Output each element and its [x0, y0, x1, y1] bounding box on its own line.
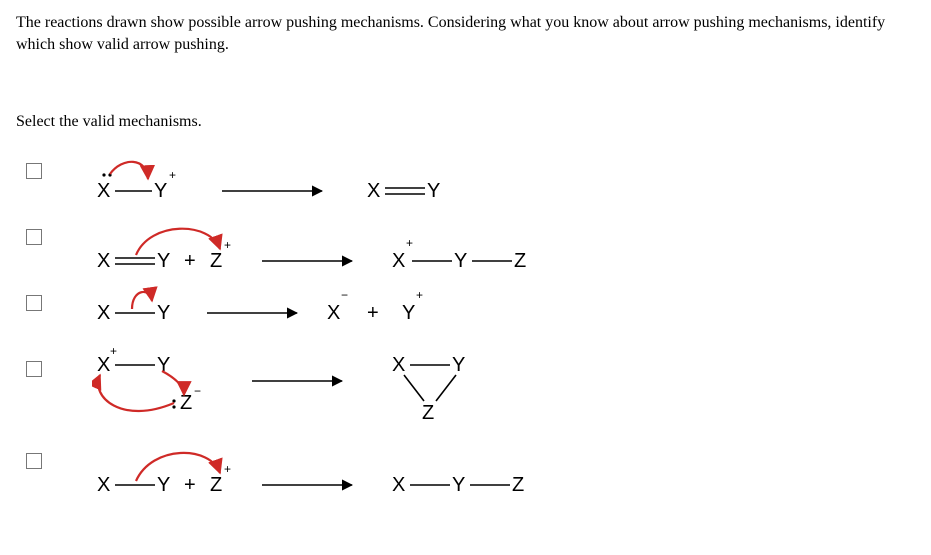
mechanism-diagram-2: X Y + Z + X + Y Z	[92, 215, 612, 275]
option-row: X Y X − + Y +	[26, 281, 915, 341]
svg-text:X: X	[327, 302, 340, 324]
svg-text:+: +	[406, 236, 413, 250]
checkbox[interactable]	[26, 163, 42, 179]
svg-text:+: +	[416, 288, 423, 302]
option-row: X Y + Z + X Y Z	[26, 439, 915, 499]
svg-text:X: X	[392, 474, 405, 496]
svg-text:Z: Z	[512, 474, 524, 496]
svg-text:X: X	[392, 354, 405, 376]
svg-text:+: +	[184, 474, 196, 496]
svg-text:Y: Y	[157, 250, 170, 272]
svg-text:X: X	[97, 302, 110, 324]
option-row: X + Y Z − X Y Z	[26, 347, 915, 433]
mechanism-diagram-3: X Y X − + Y +	[92, 281, 532, 341]
svg-text:X: X	[97, 250, 110, 272]
svg-text:+: +	[184, 250, 196, 272]
svg-text:Y: Y	[454, 250, 467, 272]
svg-text:Y: Y	[157, 474, 170, 496]
svg-text:+: +	[367, 302, 379, 324]
mechanism-diagram-4: X + Y Z − X Y Z	[92, 347, 552, 433]
svg-text:Y: Y	[427, 180, 440, 202]
svg-text:X: X	[97, 354, 110, 376]
svg-text:Z: Z	[210, 474, 222, 496]
svg-text:Z: Z	[180, 392, 192, 414]
svg-text:+: +	[224, 238, 231, 252]
svg-text:Z: Z	[210, 250, 222, 272]
svg-text:+: +	[224, 462, 231, 476]
checkbox[interactable]	[26, 453, 42, 469]
svg-text:−: −	[194, 384, 201, 398]
svg-text:X: X	[392, 250, 405, 272]
question-prompt: Select the valid mechanisms.	[16, 113, 915, 131]
option-row: X Y + Z + X + Y Z	[26, 215, 915, 275]
mechanism-diagram-1: X Y + X Y	[92, 149, 532, 209]
svg-text:X: X	[367, 180, 380, 202]
checkbox[interactable]	[26, 361, 42, 377]
checkbox[interactable]	[26, 229, 42, 245]
question-intro: The reactions drawn show possible arrow …	[16, 12, 915, 55]
checkbox[interactable]	[26, 295, 42, 311]
option-row: X Y + X Y	[26, 149, 915, 209]
svg-text:Z: Z	[514, 250, 526, 272]
svg-text:Y: Y	[452, 474, 465, 496]
svg-text:X: X	[97, 180, 110, 202]
svg-text:Z: Z	[422, 402, 434, 424]
svg-text:+: +	[110, 347, 117, 358]
svg-text:Y: Y	[154, 180, 167, 202]
svg-text:Y: Y	[452, 354, 465, 376]
svg-text:Y: Y	[402, 302, 415, 324]
svg-text:X: X	[97, 474, 110, 496]
svg-text:+: +	[169, 168, 176, 182]
svg-text:−: −	[341, 288, 348, 302]
mechanism-diagram-5: X Y + Z + X Y Z	[92, 439, 612, 499]
svg-text:Y: Y	[157, 302, 170, 324]
options-group: X Y + X Y X Y + Z +	[16, 149, 915, 499]
